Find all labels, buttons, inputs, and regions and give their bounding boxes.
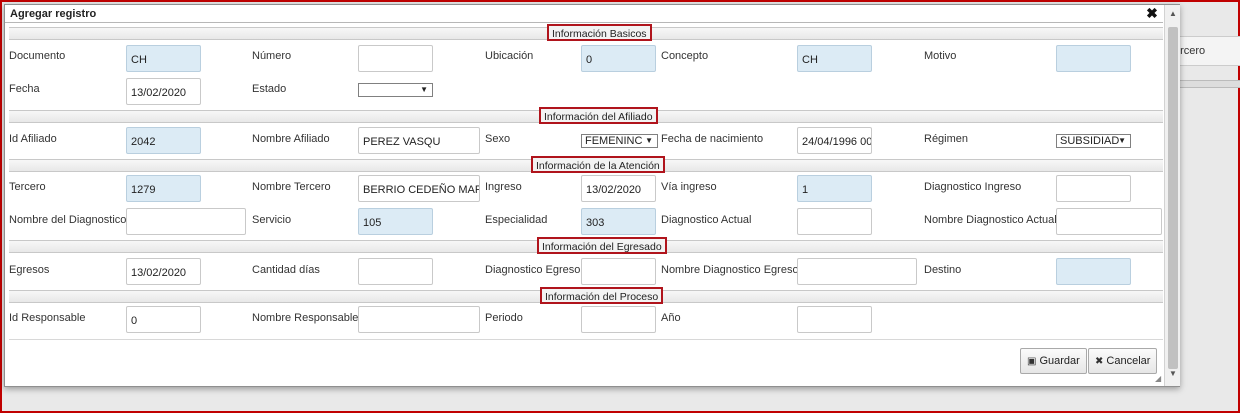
especialidad-label: Especialidad [485, 214, 548, 226]
cancel-button-label: Cancelar [1106, 355, 1151, 367]
section-header-atencion: Información de la Atención [9, 156, 1163, 173]
egresos-label: Egresos [9, 264, 50, 276]
nombre-responsable-label: Nombre Responsable [252, 312, 359, 324]
fecha-nacimiento-field[interactable]: 24/04/1996 00 [797, 127, 872, 154]
destino-field[interactable] [1056, 258, 1131, 285]
sexo-label: Sexo [485, 133, 511, 145]
id-responsable-label: Id Responsable [9, 312, 86, 324]
chevron-down-icon: ▼ [1118, 136, 1126, 145]
nombre-tercero-field[interactable]: BERRIO CEDEÑO MARI [358, 175, 480, 202]
diagnostico-ingreso-field[interactable] [1056, 175, 1131, 202]
dialog-title: Agregar registro [10, 8, 97, 20]
anio-label: Año [661, 312, 681, 324]
motivo-label: Motivo [924, 50, 957, 62]
section-title-basicos: Información Basicos [547, 24, 652, 41]
nombre-diagnostico-egreso-label: Nombre Diagnostico Egreso [661, 264, 799, 276]
scroll-down-icon[interactable]: ▼ [1165, 368, 1181, 380]
nombre-tercero-label: Nombre Tercero [252, 181, 331, 193]
nombre-diagnostico-actual-field[interactable] [1056, 208, 1162, 235]
section-title-proceso: Información del Proceso [540, 287, 664, 304]
scroll-thumb[interactable] [1168, 27, 1178, 369]
nombre-diagnostico-field[interactable] [126, 208, 246, 235]
ingreso-field[interactable]: 13/02/2020 [581, 175, 656, 202]
save-button-label: Guardar [1039, 355, 1080, 367]
cantidad-dias-label: Cantidad días [252, 264, 320, 276]
periodo-field[interactable] [581, 306, 656, 333]
cancel-button[interactable]: ✖ Cancelar [1088, 348, 1158, 374]
id-afiliado-label: Id Afiliado [9, 133, 57, 145]
id-responsable-field[interactable]: 0 [126, 306, 201, 333]
diagnostico-actual-field[interactable] [797, 208, 872, 235]
motivo-field[interactable] [1056, 45, 1131, 72]
regimen-select[interactable]: SUBSIDIAD ▼ [1056, 134, 1131, 148]
scroll-up-icon[interactable]: ▲ [1165, 7, 1181, 21]
fecha-field[interactable]: 13/02/2020 [126, 78, 201, 105]
egresos-field[interactable]: 13/02/2020 [126, 258, 201, 285]
section-header-afiliado: Información del Afiliado [9, 107, 1163, 124]
concepto-field[interactable]: CH [797, 45, 872, 72]
numero-field[interactable] [358, 45, 433, 72]
periodo-label: Periodo [485, 312, 523, 324]
section-title-atencion: Información de la Atención [531, 156, 665, 173]
fecha-nacimiento-label: Fecha de nacimiento [661, 133, 764, 145]
ubicacion-label: Ubicación [485, 50, 534, 62]
ubicacion-field[interactable]: 0 [581, 45, 656, 72]
documento-label: Documento [9, 50, 66, 62]
regimen-label: Régimen [924, 133, 969, 145]
diagnostico-egreso-label: Diagnostico Egreso [485, 264, 581, 276]
servicio-label: Servicio [252, 214, 292, 226]
dialog-scrollbar[interactable]: ▲ ▼ [1164, 5, 1180, 386]
documento-field[interactable]: CH [126, 45, 201, 72]
chevron-down-icon: ▼ [645, 136, 653, 145]
save-icon: ▣ [1027, 356, 1037, 367]
cantidad-dias-field[interactable] [358, 258, 433, 285]
nombre-afiliado-label: Nombre Afiliado [252, 133, 330, 145]
anio-field[interactable] [797, 306, 872, 333]
servicio-field[interactable]: 105 [358, 208, 433, 235]
fecha-label: Fecha [9, 83, 40, 95]
section-header-proceso: Información del Proceso [9, 287, 1163, 304]
nombre-diagnostico-actual-label: Nombre Diagnostico Actual [924, 214, 1057, 226]
ingreso-label: Ingreso [485, 181, 522, 193]
nombre-responsable-field[interactable] [358, 306, 480, 333]
nombre-afiliado-field[interactable]: PEREZ VASQU [358, 127, 480, 154]
sexo-select[interactable]: FEMENINC ▼ [581, 134, 658, 148]
save-button[interactable]: ▣ Guardar [1020, 348, 1087, 374]
chevron-down-icon: ▼ [420, 85, 428, 94]
nombre-diagnostico-label: Nombre del Diagnostico [9, 214, 127, 226]
close-icon: ✖ [1095, 356, 1104, 367]
diagnostico-actual-label: Diagnostico Actual [661, 214, 752, 226]
diagnostico-ingreso-label: Diagnostico Ingreso [924, 181, 1022, 193]
via-ingreso-field[interactable]: 1 [797, 175, 872, 202]
tercero-field[interactable]: 1279 [126, 175, 201, 202]
diagnostico-egreso-field[interactable] [581, 258, 656, 285]
regimen-select-value: SUBSIDIAD [1060, 135, 1120, 147]
numero-label: Número [252, 50, 292, 62]
section-header-egresado: Información del Egresado [9, 237, 1163, 254]
add-record-dialog: Agregar registro ✖ ▲ ▼ Información Basic… [4, 4, 1180, 387]
via-ingreso-label: Vía ingreso [661, 181, 717, 193]
section-header-basicos: Información Basicos [9, 24, 1163, 41]
estado-label: Estado [252, 83, 287, 95]
tercero-label: Tercero [9, 181, 46, 193]
dialog-titlebar: Agregar registro ✖ [5, 5, 1163, 23]
close-icon[interactable]: ✖ [1145, 6, 1159, 20]
estado-select[interactable]: ▼ [358, 83, 433, 97]
nombre-diagnostico-egreso-field[interactable] [797, 258, 917, 285]
sexo-select-value: FEMENINC [585, 135, 643, 147]
id-afiliado-field[interactable]: 2042 [126, 127, 201, 154]
resize-grip-icon[interactable]: ◢ [1155, 375, 1163, 383]
section-title-afiliado: Información del Afiliado [539, 107, 658, 124]
footer-divider [9, 339, 1163, 340]
destino-label: Destino [924, 264, 962, 276]
section-title-egresado: Información del Egresado [537, 237, 667, 254]
especialidad-field[interactable]: 303 [581, 208, 656, 235]
concepto-label: Concepto [661, 50, 709, 62]
